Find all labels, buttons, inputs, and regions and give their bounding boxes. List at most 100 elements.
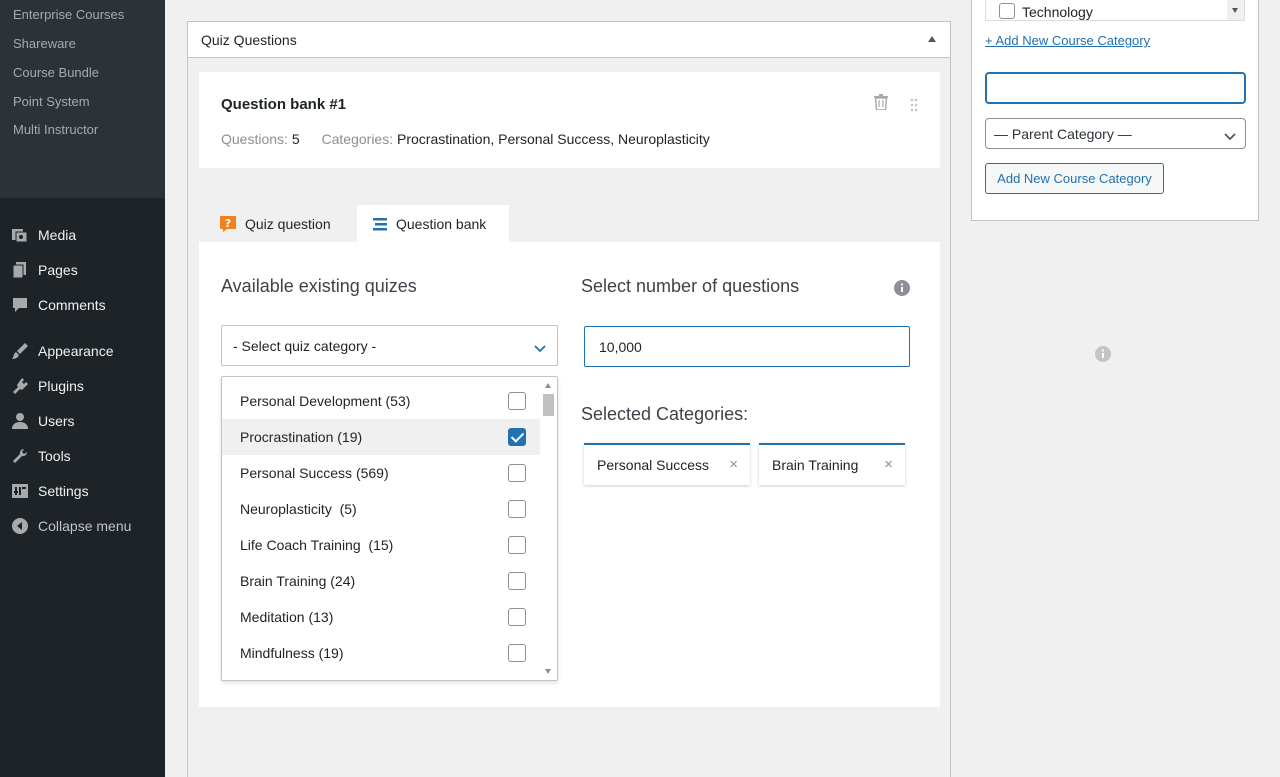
category-checkbox[interactable] [508, 536, 526, 554]
info-icon[interactable] [894, 280, 910, 301]
tab-quiz-question[interactable]: ? Quiz question [219, 205, 371, 242]
sidebar-item-label: Appearance [38, 343, 114, 359]
tab-label: Question bank [396, 215, 487, 232]
comments-icon [10, 295, 30, 315]
sidebar-item-label: Users [38, 413, 75, 429]
add-new-category-link[interactable]: + Add New Course Category [985, 33, 1150, 48]
metabox-header[interactable]: Quiz Questions [188, 22, 950, 58]
chip-label: Brain Training [772, 457, 859, 473]
submenu-item-multi-instructor[interactable]: Multi Instructor [13, 122, 98, 137]
collapse-icon [10, 516, 30, 536]
category-checkbox[interactable] [508, 464, 526, 482]
selected-category-chip: Personal Success × [584, 443, 750, 485]
category-option[interactable]: Life Coach Training (15) [222, 527, 540, 563]
sidebar-submenu: Enterprise Courses Shareware Course Bund… [0, 0, 165, 198]
category-option-label: Personal Development (53) [240, 393, 411, 409]
media-icon [10, 225, 30, 245]
sidebar-item-users[interactable]: Users [10, 409, 75, 433]
checklist-scroll-icon[interactable] [1227, 0, 1244, 20]
sidebar-item-settings[interactable]: Settings [10, 479, 89, 503]
category-option-label: Life Coach Training (15) [240, 537, 394, 553]
list-scrollbar[interactable] [540, 377, 557, 680]
submenu-item-course-bundle[interactable]: Course Bundle [13, 65, 99, 80]
category-checkbox[interactable] [508, 500, 526, 518]
collapse-menu-label: Collapse menu [38, 518, 132, 534]
collapse-toggle-icon[interactable] [928, 36, 936, 42]
submenu-item-enterprise-courses[interactable]: Enterprise Courses [13, 7, 124, 22]
questions-label: Questions: [221, 131, 288, 147]
trash-icon[interactable] [874, 94, 888, 115]
add-new-course-category-button[interactable]: Add New Course Category [985, 163, 1164, 194]
svg-text:?: ? [225, 217, 231, 230]
collapse-menu-button[interactable]: Collapse menu [10, 514, 131, 538]
scroll-down-arrow-icon[interactable] [545, 669, 551, 674]
submenu-item-point-system[interactable]: Point System [13, 94, 90, 109]
category-option[interactable]: Mindfulness (19) [222, 635, 540, 671]
course-category-panel: Technology + Add New Course Category — P… [971, 0, 1259, 221]
quiz-category-select[interactable]: - Select quiz category - [221, 325, 558, 366]
sidebar-item-label: Comments [38, 297, 106, 313]
category-option-label: Mindfulness (19) [240, 645, 344, 661]
sidebar-item-label: Plugins [38, 378, 84, 394]
category-option-label: Brain Training (24) [240, 573, 356, 589]
quiz-question-icon: ? [219, 215, 237, 233]
sidebar-item-label: Tools [38, 448, 71, 464]
category-checkbox[interactable] [508, 608, 526, 626]
settings-icon [10, 481, 30, 501]
tools-icon [10, 446, 30, 466]
tab-question-bank[interactable]: Question bank [357, 205, 509, 242]
parent-category-select[interactable]: — Parent Category — [985, 118, 1246, 149]
question-bank-card: Question bank #1 Questions: 5 Categories… [199, 72, 940, 168]
sidebar-item-pages[interactable]: Pages [10, 258, 78, 282]
admin-sidebar: Enterprise Courses Shareware Course Bund… [0, 0, 165, 777]
parent-category-value: — Parent Category — [994, 126, 1132, 142]
category-option[interactable]: Brain Training (24) [222, 563, 540, 599]
select-placeholder: - Select quiz category - [233, 338, 377, 354]
remove-chip-icon[interactable]: × [884, 456, 893, 473]
question-bank-title: Question bank #1 [221, 96, 347, 113]
available-quizes-heading: Available existing quizes [221, 276, 417, 296]
category-option-label: Neuroplasticity (5) [240, 501, 357, 517]
categories-value: Procrastination, Personal Success, Neuro… [397, 131, 710, 147]
select-number-heading: Select number of questions [581, 276, 800, 296]
sidebar-item-tools[interactable]: Tools [10, 444, 71, 468]
category-checkbox-checked[interactable] [508, 428, 526, 446]
new-category-name-input[interactable] [985, 72, 1246, 104]
category-option[interactable]: Personal Development (53) [222, 383, 540, 419]
category-option-label: Personal Success (569) [240, 465, 389, 481]
sidebar-item-appearance[interactable]: Appearance [10, 339, 114, 363]
technology-label: Technology [1022, 4, 1093, 20]
sidebar-item-media[interactable]: Media [10, 223, 76, 247]
category-option[interactable]: Neuroplasticity (5) [222, 491, 540, 527]
submenu-item-shareware[interactable]: Shareware [13, 36, 76, 51]
tab-label: Quiz question [245, 215, 331, 232]
pages-icon [10, 260, 30, 280]
remove-chip-icon[interactable]: × [729, 456, 738, 473]
category-option-label: Meditation (13) [240, 609, 334, 625]
category-checkbox[interactable] [508, 392, 526, 410]
selected-categories-heading: Selected Categories: [581, 404, 749, 424]
category-option[interactable]: Personal Success (569) [222, 455, 540, 491]
sidebar-item-comments[interactable]: Comments [10, 293, 106, 317]
scroll-up-arrow-icon[interactable] [545, 383, 551, 388]
technology-checkbox[interactable] [999, 3, 1015, 19]
sidebar-item-label: Settings [38, 483, 89, 499]
category-checkbox[interactable] [508, 572, 526, 590]
category-option[interactable]: Meditation (13) [222, 599, 540, 635]
chevron-down-icon [1224, 128, 1236, 146]
category-checklist: Technology [985, 0, 1245, 21]
drag-handle-icon[interactable] [910, 98, 918, 117]
sidebar-item-label: Media [38, 227, 77, 243]
selected-category-chip: Brain Training × [759, 443, 905, 485]
scroll-thumb[interactable] [543, 394, 554, 416]
sidebar-item-plugins[interactable]: Plugins [10, 374, 84, 398]
number-of-questions-input[interactable] [584, 326, 910, 367]
category-checkbox[interactable] [508, 644, 526, 662]
quiz-category-list: Personal Development (53) Procrastinatio… [221, 376, 558, 681]
category-option[interactable]: Procrastination (19) [222, 419, 540, 455]
questions-count: 5 [291, 131, 300, 147]
info-icon[interactable] [1095, 346, 1111, 367]
category-option-label: Procrastination (19) [240, 429, 363, 445]
chip-label: Personal Success [597, 457, 710, 473]
metabox-title: Quiz Questions [201, 32, 297, 48]
